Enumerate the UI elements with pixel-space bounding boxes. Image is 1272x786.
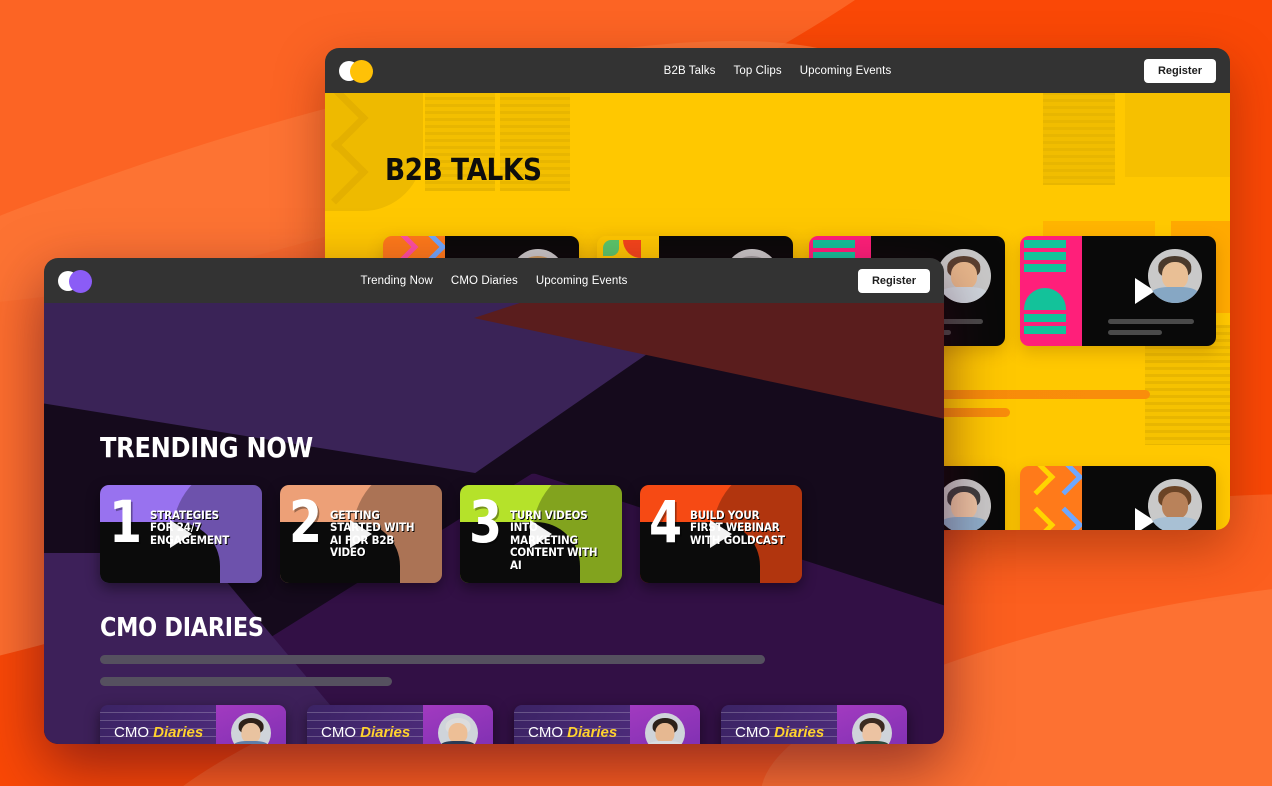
card-video-area[interactable] bbox=[1082, 236, 1216, 346]
trending-card[interactable]: 1 STRATEGIES FOR 24/7 ENGAGEMENT bbox=[100, 485, 262, 583]
avatar bbox=[1148, 479, 1202, 530]
play-icon[interactable] bbox=[710, 520, 732, 548]
back-window-topbar: B2B Talks Top Clips Upcoming Events Regi… bbox=[325, 48, 1230, 93]
decor-block bbox=[1125, 93, 1230, 177]
decor-block bbox=[325, 93, 423, 211]
card-title: CMO Diaries bbox=[114, 724, 203, 741]
card-rank: 4 bbox=[649, 488, 683, 556]
card-artwork bbox=[1020, 236, 1082, 346]
text-placeholder-bar bbox=[100, 655, 765, 664]
card-title: CMO Diaries bbox=[528, 724, 617, 741]
avatar bbox=[1148, 249, 1202, 303]
card-title-plain: CMO bbox=[321, 724, 361, 741]
avatar bbox=[438, 713, 478, 744]
section-heading-cmo: CMO DIARIES bbox=[100, 613, 264, 643]
avatar bbox=[645, 713, 685, 744]
text-placeholder-bar bbox=[1108, 330, 1162, 335]
section-heading-trending: TRENDING NOW bbox=[100, 431, 313, 464]
card-video-area[interactable] bbox=[1082, 466, 1216, 530]
cmo-diaries-card[interactable]: CMO Diaries Powered by ␁Goldcast Shannon… bbox=[721, 705, 907, 744]
video-card[interactable] bbox=[1020, 466, 1216, 530]
play-icon[interactable] bbox=[170, 520, 192, 548]
card-rank: 3 bbox=[469, 488, 503, 556]
card-title-italic: Diaries bbox=[567, 724, 618, 741]
avatar bbox=[937, 479, 991, 530]
cmo-diaries-card[interactable]: CMO Diaries Powered by ␁Goldcast Christi… bbox=[100, 705, 286, 744]
register-button[interactable]: Register bbox=[857, 268, 930, 293]
card-title-plain: CMO bbox=[735, 724, 775, 741]
card-artwork bbox=[1020, 466, 1082, 530]
card-title-italic: Diaries bbox=[360, 724, 411, 741]
card-title: STRATEGIES FOR 24/7 ENGAGEMENT bbox=[150, 508, 230, 547]
card-title: CMO Diaries bbox=[735, 724, 824, 741]
register-button[interactable]: Register bbox=[1143, 58, 1216, 83]
card-rank: 2 bbox=[289, 488, 323, 556]
card-title-plain: CMO bbox=[114, 724, 154, 741]
avatar bbox=[937, 249, 991, 303]
nav-item-top-clips[interactable]: Top Clips bbox=[734, 65, 782, 77]
avatar bbox=[852, 713, 892, 744]
text-placeholder-bar bbox=[100, 677, 392, 686]
card-rank: 1 bbox=[109, 488, 143, 556]
nav-item-upcoming-events[interactable]: Upcoming Events bbox=[536, 275, 628, 287]
nav-item-cmo-diaries[interactable]: CMO Diaries bbox=[451, 275, 518, 287]
card-title: CMO Diaries bbox=[321, 724, 410, 741]
card-title: GETTING STARTED WITH AI FOR B2B VIDEO bbox=[330, 508, 415, 560]
video-card[interactable] bbox=[1020, 236, 1216, 346]
page-title: B2B TALKS bbox=[385, 153, 542, 188]
trending-card[interactable]: 4 BUILD YOUR FIRST WEBINAR WITH GOLDCAST bbox=[640, 485, 802, 583]
card-title-italic: Diaries bbox=[774, 724, 825, 741]
front-window-nav: Trending Now CMO Diaries Upcoming Events bbox=[361, 275, 628, 287]
card-title-plain: CMO bbox=[528, 724, 568, 741]
cmo-diaries-card[interactable]: CMO Diaries Powered by ␁Goldcast Randy L… bbox=[307, 705, 493, 744]
trending-card[interactable]: 3 TURN VIDEOS INTO MARKETING CONTENT WIT… bbox=[460, 485, 622, 583]
play-icon[interactable] bbox=[530, 520, 552, 548]
front-window-content: TRENDING NOW 1 STRATEGIES FOR 24/7 ENGAG… bbox=[44, 303, 944, 744]
goldcast-logo-icon[interactable] bbox=[58, 269, 94, 293]
decor-stripes bbox=[1043, 93, 1115, 185]
trending-card[interactable]: 2 GETTING STARTED WITH AI FOR B2B VIDEO bbox=[280, 485, 442, 583]
card-title: BUILD YOUR FIRST WEBINAR WITH GOLDCAST bbox=[690, 508, 785, 547]
nav-item-trending-now[interactable]: Trending Now bbox=[361, 275, 433, 287]
avatar bbox=[231, 713, 271, 744]
card-title-italic: Diaries bbox=[153, 724, 204, 741]
nav-item-upcoming-events[interactable]: Upcoming Events bbox=[800, 65, 892, 77]
cmo-diaries-card[interactable]: CMO Diaries Powered by ␁Goldcast Rob Sob… bbox=[514, 705, 700, 744]
nav-item-b2b-talks[interactable]: B2B Talks bbox=[664, 65, 716, 77]
front-browser-window[interactable]: Trending Now CMO Diaries Upcoming Events… bbox=[44, 258, 944, 744]
front-window-topbar: Trending Now CMO Diaries Upcoming Events… bbox=[44, 258, 944, 303]
goldcast-logo-icon[interactable] bbox=[339, 59, 375, 83]
back-window-nav: B2B Talks Top Clips Upcoming Events bbox=[664, 65, 892, 77]
text-placeholder-bar bbox=[1108, 319, 1194, 324]
play-icon[interactable] bbox=[350, 520, 372, 548]
card-title: TURN VIDEOS INTO MARKETING CONTENT WITH … bbox=[510, 508, 598, 572]
